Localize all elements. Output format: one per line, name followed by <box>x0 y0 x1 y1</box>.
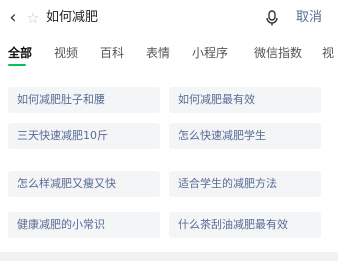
search-tabs: 全部 视频 百科 表情 小程序 微信指数 视 <box>0 40 338 68</box>
suggestion-chip[interactable]: 如何减肥肚子和腰 <box>8 87 160 113</box>
tab-wechat-index[interactable]: 微信指数 <box>254 44 302 62</box>
suggestion-chip[interactable]: 适合学生的减肥方法 <box>169 171 321 197</box>
suggestion-chip[interactable]: 怎么快速减肥学生 <box>169 123 321 149</box>
suggestion-chip[interactable]: 什么茶刮油减肥最有效 <box>169 212 321 238</box>
search-header: ‹ ☆ 如何减肥 取消 <box>0 0 338 36</box>
tab-video[interactable]: 视频 <box>54 44 78 62</box>
tab-all[interactable]: 全部 <box>8 44 32 62</box>
tab-stickers[interactable]: 表情 <box>146 44 170 62</box>
suggestion-chip[interactable]: 三天快速减肥10斤 <box>8 123 160 149</box>
star-icon[interactable]: ☆ <box>24 8 42 28</box>
back-icon[interactable]: ‹ <box>4 6 22 30</box>
active-tab-indicator <box>8 64 26 66</box>
search-query[interactable]: 如何减肥 <box>46 8 98 28</box>
tab-video-overflow[interactable]: 视 <box>322 44 334 62</box>
microphone-icon[interactable] <box>262 8 282 28</box>
suggestion-chip[interactable]: 如何减肥最有效 <box>169 87 321 113</box>
suggestion-chip[interactable]: 健康减肥的小常识 <box>8 212 160 238</box>
cancel-button[interactable]: 取消 <box>296 8 322 28</box>
bottom-divider <box>0 252 338 261</box>
tab-encyclopedia[interactable]: 百科 <box>100 44 124 62</box>
tab-mini-programs[interactable]: 小程序 <box>192 44 228 62</box>
suggestion-chip[interactable]: 怎么样减肥又瘦又快 <box>8 171 160 197</box>
